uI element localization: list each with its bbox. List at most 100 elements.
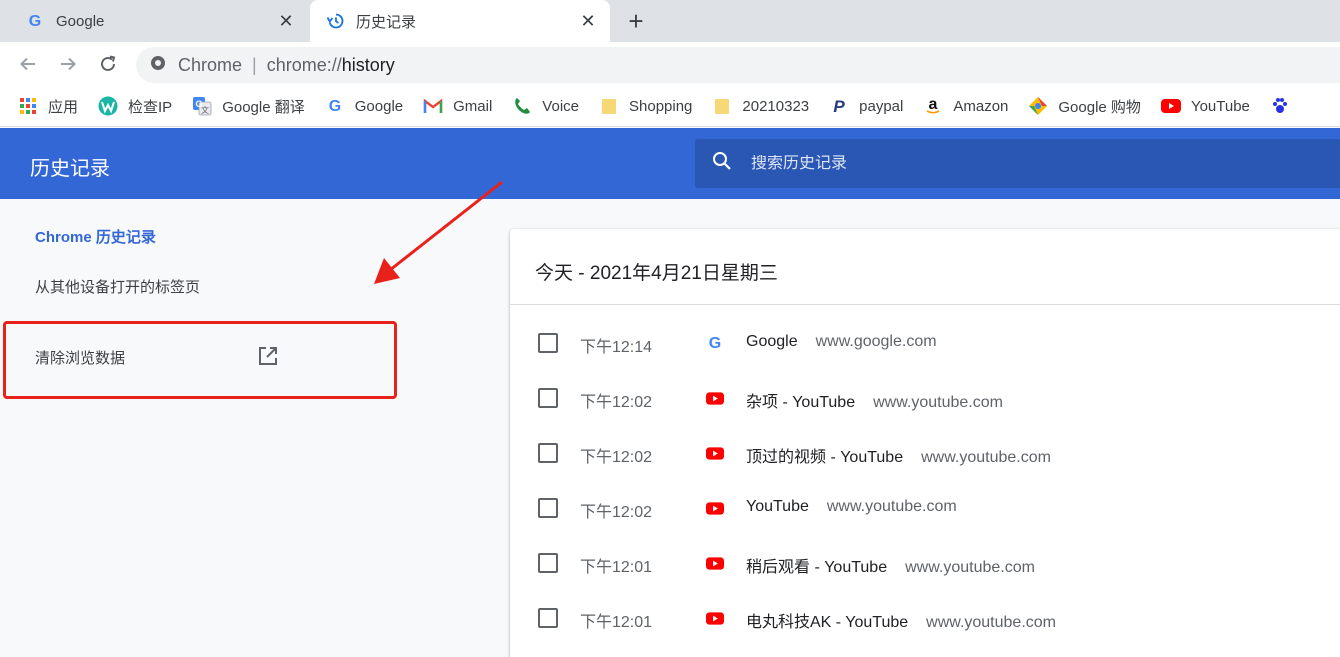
- history-header: 历史记录: [0, 128, 1340, 199]
- search-icon: [711, 150, 733, 177]
- search-input[interactable]: [751, 154, 1311, 173]
- date-heading: 今天 - 2021年4月21日星期三: [535, 263, 778, 284]
- bookmark-voice[interactable]: Voice: [512, 96, 579, 116]
- paw-icon: [1270, 96, 1290, 116]
- entry-checkbox[interactable]: [538, 443, 558, 463]
- youtube-icon: [706, 609, 724, 627]
- entry-title-link[interactable]: 杂项 - YouTube: [746, 394, 855, 411]
- bookmark-check-ip[interactable]: 检查IP: [98, 96, 172, 117]
- svg-text:G: G: [709, 335, 721, 352]
- bookmark-gmail[interactable]: Gmail: [423, 96, 492, 116]
- svg-text:a: a: [929, 97, 938, 113]
- bookmark-apps[interactable]: 应用: [18, 96, 78, 117]
- close-tab-icon[interactable]: ✕: [578, 11, 598, 31]
- apps-grid-icon: [18, 96, 38, 116]
- address-separator: |: [252, 54, 257, 75]
- history-entry[interactable]: 下午12:02 顶过的视频 - YouTube www.youtube.com: [510, 425, 1340, 480]
- address-path: history: [341, 54, 395, 75]
- entry-domain: www.youtube.com: [926, 614, 1056, 631]
- bookmark-google[interactable]: G Google: [325, 96, 404, 116]
- history-entry[interactable]: 下午12:01 稍后观看 - YouTube www.youtube.com: [510, 535, 1340, 590]
- bookmark-label: Amazon: [953, 97, 1009, 115]
- bookmark-google-shopping[interactable]: Google 购物: [1028, 96, 1141, 117]
- bookmark-amazon[interactable]: a Amazon: [923, 96, 1008, 116]
- entry-checkbox[interactable]: [538, 498, 558, 518]
- bookmark-label: 20210323: [742, 97, 810, 115]
- entry-checkbox[interactable]: [538, 388, 558, 408]
- youtube-icon: [706, 554, 724, 572]
- google-g-icon: G: [26, 12, 44, 30]
- tab-title: 历史记录: [356, 13, 417, 31]
- history-entry[interactable]: 下午12:14 G Google www.google.com: [510, 315, 1340, 370]
- entry-domain: www.youtube.com: [873, 394, 1003, 411]
- entry-title-link[interactable]: 顶过的视频 - YouTube: [746, 449, 903, 466]
- entry-title-link[interactable]: YouTube: [746, 498, 809, 515]
- bookmark-folder-shopping[interactable]: Shopping: [599, 96, 692, 116]
- bookmark-label: Voice: [542, 97, 579, 115]
- entry-checkbox[interactable]: [538, 553, 558, 573]
- entry-checkbox[interactable]: [538, 333, 558, 353]
- bookmark-label: 检查IP: [128, 98, 173, 116]
- address-bar[interactable]: Chrome | chrome://history: [136, 47, 1340, 83]
- bookmark-label: Gmail: [453, 97, 493, 115]
- entry-title-link[interactable]: 稍后观看 - YouTube: [746, 559, 887, 576]
- reload-icon[interactable]: [94, 50, 122, 78]
- history-entry[interactable]: 下午12:02 YouTube www.youtube.com: [510, 480, 1340, 535]
- entry-title-link[interactable]: Google: [746, 333, 798, 350]
- entry-time: 下午12:01: [580, 559, 653, 576]
- entry-checkbox[interactable]: [538, 608, 558, 628]
- svg-text:文: 文: [201, 105, 209, 115]
- bookmark-label: Shopping: [629, 97, 693, 115]
- bookmark-label: Google: [354, 97, 404, 115]
- entry-domain: www.youtube.com: [905, 559, 1035, 576]
- bookmark-label: 应用: [48, 98, 79, 116]
- search-box[interactable]: [695, 139, 1340, 188]
- svg-text:P: P: [833, 97, 845, 115]
- bookmark-label: Google 翻译: [222, 98, 305, 116]
- forward-icon[interactable]: [54, 50, 82, 78]
- tab-title: Google: [56, 12, 105, 30]
- tab-history[interactable]: 历史记录 ✕: [310, 0, 610, 42]
- youtube-icon: [706, 444, 724, 462]
- back-icon[interactable]: [14, 50, 42, 78]
- browser-toolbar: Chrome | chrome://history: [0, 42, 1340, 86]
- google-translate-icon: G文: [192, 96, 212, 116]
- address-scheme: chrome://: [266, 54, 342, 75]
- tab-strip: G Google ✕ 历史记录 ✕ +: [0, 0, 1340, 42]
- bookmark-overflow[interactable]: [1270, 96, 1300, 116]
- annotation-arrow: [374, 180, 503, 284]
- history-card: 今天 - 2021年4月21日星期三 下午12:14 G Google www.g…: [510, 229, 1340, 657]
- entry-time: 下午12:01: [580, 614, 653, 631]
- paypal-icon: P: [829, 96, 849, 116]
- bookmark-label: paypal: [859, 97, 904, 115]
- folder-icon: [599, 96, 619, 116]
- page-title: 历史记录: [30, 158, 110, 180]
- entry-title-link[interactable]: 电丸科技AK - YouTube: [746, 614, 908, 631]
- bookmarks-bar: 应用 检查IP G文 Google 翻译 G Google Gmail Voic…: [0, 86, 1340, 127]
- history-entry[interactable]: 下午12:01 电丸科技AK - YouTube www.youtube.com: [510, 590, 1340, 645]
- entry-domain: www.youtube.com: [826, 498, 957, 515]
- new-tab-icon[interactable]: +: [622, 8, 650, 36]
- google-shopping-icon: [1028, 96, 1048, 116]
- entry-time: 下午12:02: [580, 449, 653, 466]
- address-site-label: Chrome: [178, 54, 243, 75]
- google-g-icon: G: [325, 96, 345, 116]
- bookmark-paypal[interactable]: P paypal: [829, 96, 903, 116]
- history-entry[interactable]: 下午12:02 杂项 - YouTube www.youtube.com: [510, 370, 1340, 425]
- google-g-icon: G: [706, 334, 724, 352]
- close-tab-icon[interactable]: ✕: [276, 11, 296, 31]
- amazon-icon: a: [923, 96, 943, 116]
- youtube-icon: [706, 389, 724, 407]
- bookmark-youtube[interactable]: YouTube: [1160, 96, 1250, 116]
- highlight-box: [3, 321, 397, 399]
- tab-google[interactable]: G Google ✕: [0, 0, 308, 42]
- voice-phone-icon: [512, 96, 532, 116]
- youtube-icon: [1160, 96, 1181, 116]
- bookmark-folder-20210323[interactable]: 20210323: [712, 96, 809, 116]
- sidebar-item-chrome-history[interactable]: Chrome 历史记录: [35, 226, 156, 247]
- bookmark-google-translate[interactable]: G文 Google 翻译: [192, 96, 305, 117]
- entry-time: 下午12:02: [580, 504, 653, 521]
- bookmark-label: Google 购物: [1058, 98, 1141, 116]
- svg-text:G: G: [29, 13, 41, 30]
- sidebar-item-other-devices[interactable]: 从其他设备打开的标签页: [35, 276, 200, 297]
